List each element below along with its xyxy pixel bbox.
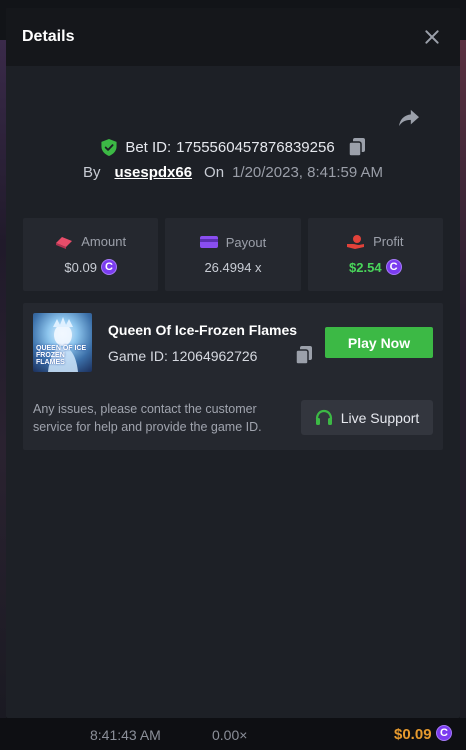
game-id: Game ID: 12064962726 (108, 348, 257, 364)
card-icon (199, 236, 218, 248)
stat-profit-value: $2.54 (349, 259, 382, 275)
stat-payout-label: Payout (225, 234, 267, 250)
hand-coin-icon (347, 234, 365, 249)
modal-title: Details (22, 28, 75, 45)
stat-profit-label: Profit (373, 234, 404, 249)
live-support-button[interactable]: Live Support (301, 400, 433, 435)
by-label: By (82, 164, 101, 181)
coin-icon: C (436, 725, 452, 741)
game-thumbnail-caption: QUEEN OF ICE FROZEN FLAMES (36, 345, 87, 366)
background-amount: $0.09 (394, 726, 432, 743)
stat-payout: Payout 26.4994 x (165, 218, 301, 291)
bet-icon (56, 236, 73, 249)
background-page-right (460, 40, 466, 720)
game-thumbnail[interactable]: QUEEN OF ICE FROZEN FLAMES (33, 313, 92, 372)
modal-header: Details (6, 8, 460, 66)
headset-icon (315, 409, 332, 425)
stat-amount-value: $0.09 (64, 259, 97, 275)
bet-id-label: Bet ID: (125, 138, 172, 156)
stat-amount-label: Amount (81, 234, 127, 249)
game-id-value: 12064962726 (171, 348, 258, 364)
background-bet-row: 8:41:43 AM 0.00× $0.09 C (0, 718, 466, 750)
verified-shield-icon (101, 138, 117, 156)
coin-icon: C (385, 259, 402, 275)
stat-payout-value: 26.4994 x (204, 259, 262, 275)
coin-icon: C (100, 259, 117, 275)
stat-profit: Profit $2.54 C (307, 218, 443, 291)
copy-icon[interactable] (348, 138, 365, 156)
game-id-label: Game ID: (108, 348, 168, 364)
stat-amount: Amount $0.09 C (23, 218, 159, 291)
copy-icon[interactable] (296, 346, 312, 364)
bet-details-modal: Details Bet ID: 1755560457876839256 By u… (6, 8, 460, 718)
bet-author-row: By usespdx66 On 1/20/2023, 8:41:59 AM (6, 164, 460, 181)
live-support-label: Live Support (340, 409, 420, 426)
background-time: 8:41:43 AM (90, 727, 161, 743)
game-name: Queen Of Ice-Frozen Flames (108, 322, 298, 338)
on-label: On (204, 164, 225, 181)
bet-id-value: 1755560457876839256 (176, 138, 335, 156)
bet-id-row: Bet ID: 1755560457876839256 (6, 138, 460, 156)
username-link[interactable]: usespdx66 (115, 164, 193, 181)
support-message: Any issues, please contact the customer … (33, 402, 262, 434)
bet-datetime: 1/20/2023, 8:41:59 AM (232, 164, 384, 181)
bet-stats: Amount $0.09 C Payout 26.4994 x Profit $… (23, 218, 443, 291)
close-icon[interactable] (422, 27, 442, 47)
background-multiplier: 0.00× (212, 727, 248, 743)
game-card: QUEEN OF ICE FROZEN FLAMES Queen Of Ice-… (23, 303, 443, 450)
play-now-button[interactable]: Play Now (325, 327, 433, 358)
share-icon[interactable] (398, 108, 420, 128)
